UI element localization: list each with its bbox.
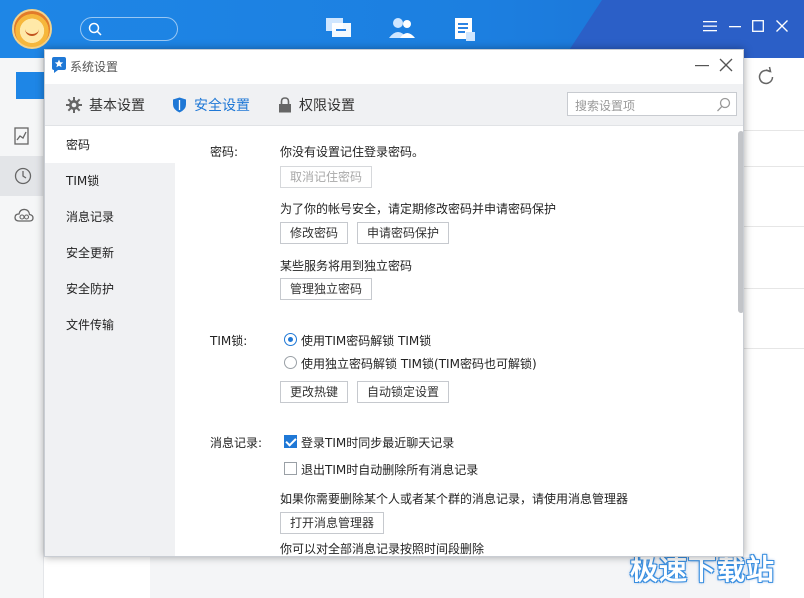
close-icon[interactable] xyxy=(719,58,733,72)
tab-security-settings[interactable]: 安全设置 xyxy=(172,84,250,126)
minimize-icon[interactable] xyxy=(695,58,709,72)
settings-content: 密码: 你没有设置记住登录密码。 取消记住密码 为了你的帐号安全，请定期修改密码… xyxy=(175,127,733,556)
auto-delete-records-checkbox[interactable] xyxy=(284,462,297,475)
avatar[interactable] xyxy=(12,9,52,49)
main-left-rail xyxy=(0,58,44,598)
auto-lock-settings-button[interactable]: 自动锁定设置 xyxy=(357,381,450,403)
settings-dialog: 系统设置 基本设置 安全设置 权限设置 搜索设置项 密码 TIM锁 消息记录 安… xyxy=(44,49,744,557)
rail-item-chart[interactable] xyxy=(0,116,44,156)
shield-icon xyxy=(173,97,186,113)
contacts-icon[interactable] xyxy=(387,16,417,40)
content-scrollbar[interactable] xyxy=(736,127,743,556)
dialog-titlebar: 系统设置 xyxy=(45,50,743,84)
tim-logo-icon xyxy=(52,57,66,73)
sync-recent-chat-label[interactable]: 登录TIM时同步最近聊天记录 xyxy=(301,434,454,451)
main-action-button[interactable] xyxy=(16,72,46,99)
timlock-option-independent-label[interactable]: 使用独立密码解锁 TIM锁(TIM密码也可解锁) xyxy=(301,355,537,372)
settings-tabbar: 基本设置 安全设置 权限设置 搜索设置项 xyxy=(45,84,743,126)
refresh-icon[interactable] xyxy=(755,66,777,88)
lock-icon xyxy=(279,97,291,113)
message-manager-note: 如果你需要删除某个人或者某个群的消息记录，请使用消息管理器 xyxy=(280,492,629,506)
tab-permission-settings[interactable]: 权限设置 xyxy=(278,84,355,126)
password-status-text: 你没有设置记住登录密码。 xyxy=(280,145,425,159)
tab-label: 权限设置 xyxy=(299,98,355,114)
open-message-manager-button[interactable]: 打开消息管理器 xyxy=(280,512,385,534)
change-password-button[interactable]: 修改密码 xyxy=(280,222,349,244)
gear-icon xyxy=(66,97,82,113)
password-advice-text: 为了你的帐号安全，请定期修改密码并申请密码保护 xyxy=(280,202,557,216)
section-label-timlock: TIM锁: xyxy=(210,334,248,348)
tab-label: 基本设置 xyxy=(89,98,145,114)
manage-independent-password-button[interactable]: 管理独立密码 xyxy=(280,278,373,300)
section-label-message-record: 消息记录: xyxy=(210,436,263,450)
clock-icon xyxy=(14,167,32,185)
menu-icon[interactable] xyxy=(703,20,717,32)
main-right-panel xyxy=(744,58,804,598)
nav-item-security-protection[interactable]: 安全防护 xyxy=(45,271,175,307)
close-icon[interactable] xyxy=(776,20,788,32)
nav-item-timlock[interactable]: TIM锁 xyxy=(45,163,175,199)
nav-item-security-update[interactable]: 安全更新 xyxy=(45,235,175,271)
nav-item-password[interactable]: 密码 xyxy=(45,127,175,163)
timlock-option-tim-password-radio[interactable] xyxy=(284,333,297,346)
search-icon xyxy=(88,22,102,36)
search-placeholder: 搜索设置项 xyxy=(575,99,636,113)
chart-icon xyxy=(14,127,29,145)
section-label-password: 密码: xyxy=(210,145,239,159)
nav-item-file-transfer[interactable]: 文件传输 xyxy=(45,307,175,343)
scrollbar-thumb[interactable] xyxy=(738,131,743,313)
maximize-icon[interactable] xyxy=(752,20,764,32)
cancel-remember-password-button[interactable]: 取消记住密码 xyxy=(280,166,373,188)
search-icon[interactable] xyxy=(716,97,731,112)
sync-recent-chat-checkbox[interactable] xyxy=(284,435,297,448)
cloud-icon xyxy=(14,208,34,222)
timlock-option-tim-password-label[interactable]: 使用TIM密码解锁 TIM锁 xyxy=(301,332,431,349)
settings-sidenav: 密码 TIM锁 消息记录 安全更新 安全防护 文件传输 xyxy=(45,127,175,556)
minimize-icon[interactable] xyxy=(729,20,741,32)
independent-password-note: 某些服务将用到独立密码 xyxy=(280,259,413,273)
rail-item-cloud[interactable] xyxy=(0,196,44,236)
timlock-option-independent-radio[interactable] xyxy=(284,356,297,369)
nav-item-message-record[interactable]: 消息记录 xyxy=(45,199,175,235)
tab-basic-settings[interactable]: 基本设置 xyxy=(66,84,145,126)
delete-by-time-note: 你可以对全部消息记录按照时间段删除 xyxy=(280,542,485,556)
docs-icon[interactable] xyxy=(453,16,477,42)
tab-label: 安全设置 xyxy=(194,98,250,114)
settings-search-input[interactable]: 搜索设置项 xyxy=(567,92,737,116)
apply-password-protection-button[interactable]: 申请密码保护 xyxy=(357,222,450,244)
change-hotkey-button[interactable]: 更改热键 xyxy=(280,381,349,403)
dialog-title: 系统设置 xyxy=(70,60,119,74)
chat-bubble-icon[interactable] xyxy=(325,16,353,40)
main-search-input[interactable] xyxy=(80,17,178,41)
rail-item-recent[interactable] xyxy=(0,156,44,196)
auto-delete-records-label[interactable]: 退出TIM时自动删除所有消息记录 xyxy=(301,461,478,478)
